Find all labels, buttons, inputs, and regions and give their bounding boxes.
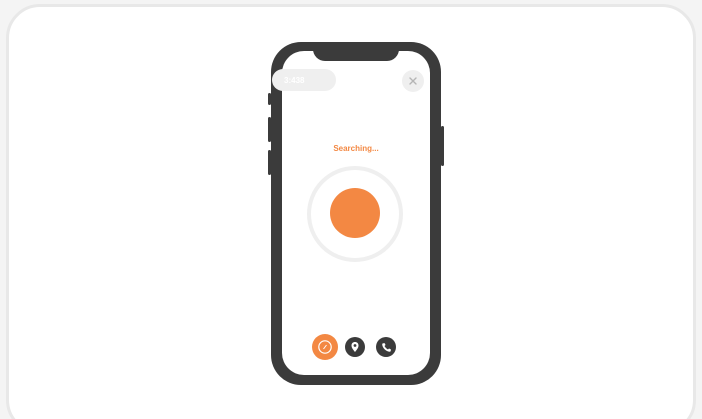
compass-icon: [318, 340, 332, 354]
timer-text: 3:438: [284, 75, 305, 85]
bottom-nav: [312, 334, 398, 360]
phone-side-button: [441, 126, 444, 166]
close-button[interactable]: [402, 70, 424, 92]
phone-notch: [313, 46, 399, 61]
close-icon: [409, 77, 417, 85]
timer-pill: 3:438: [272, 69, 336, 91]
phone-icon: [381, 342, 391, 352]
location-pin-icon: [351, 342, 359, 352]
searching-status: Searching...: [333, 144, 379, 153]
location-button[interactable]: [345, 337, 365, 357]
search-radar-dot: [330, 188, 380, 238]
page: 3:438 Searching...: [0, 0, 702, 419]
call-button[interactable]: [376, 337, 396, 357]
compass-button[interactable]: [312, 334, 338, 360]
